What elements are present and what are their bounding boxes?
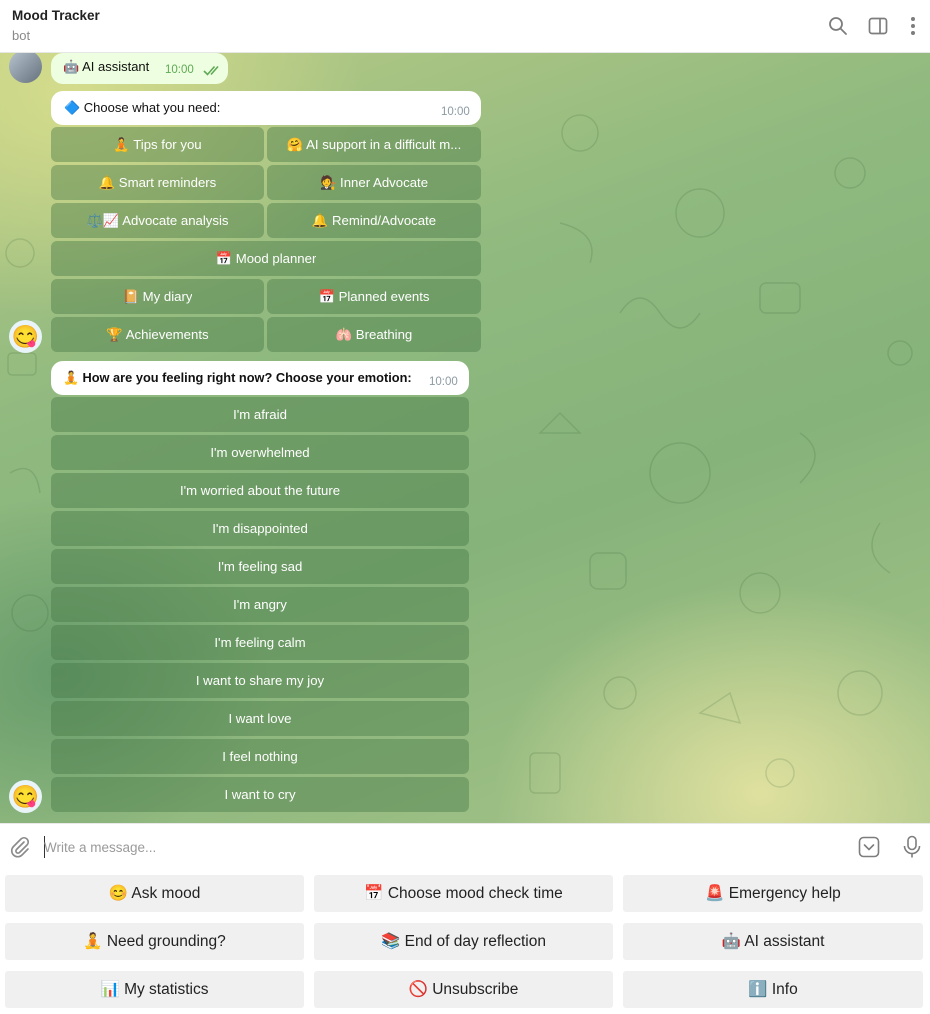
end-of-day-reflection-button[interactable]: 📚 End of day reflection — [314, 923, 613, 960]
info-button[interactable]: ℹ️ Info — [623, 971, 923, 1008]
my-statistics-button[interactable]: 📊 My statistics — [5, 971, 304, 1008]
ai-assistant-message: 🤖 AI assistant 10:00 — [51, 53, 228, 84]
my-diary-button[interactable]: 📔 My diary — [51, 279, 264, 314]
emotion-sad-button[interactable]: I'm feeling sad — [51, 549, 469, 584]
sidebar-toggle-icon[interactable] — [865, 13, 891, 39]
emotion-worried-button[interactable]: I'm worried about the future — [51, 473, 469, 508]
breathing-button[interactable]: 🫁 Breathing — [267, 317, 481, 352]
chat-area[interactable]: 🤖 AI assistant 10:00 🔷 Choose what you n… — [0, 53, 930, 823]
emotion-cry-button[interactable]: I want to cry — [51, 777, 469, 812]
emotion-disappointed-button[interactable]: I'm disappointed — [51, 511, 469, 546]
feeling-question-message: 🧘 How are you feeling right now? Choose … — [51, 361, 469, 395]
bot-avatar[interactable]: 😋 — [9, 320, 42, 353]
message-composer — [0, 823, 930, 869]
choose-need-message: 🔷 Choose what you need: 10:00 — [51, 91, 481, 125]
message-text: 🤖 AI assistant — [63, 59, 150, 74]
emotion-inline-keyboard: I'm afraid I'm overwhelmed I'm worried a… — [51, 397, 469, 813]
reply-keyboard: 😊 Ask mood 📅 Choose mood check time 🚨 Em… — [0, 869, 930, 1014]
need-grounding-button[interactable]: 🧘 Need grounding? — [5, 923, 304, 960]
advocate-analysis-button[interactable]: ⚖️📈 Advocate analysis — [51, 203, 264, 238]
search-icon[interactable] — [825, 13, 851, 39]
smart-reminders-button[interactable]: 🔔 Smart reminders — [51, 165, 264, 200]
more-menu-icon[interactable] — [900, 13, 926, 39]
microphone-icon[interactable] — [899, 834, 925, 860]
unsubscribe-button[interactable]: 🚫 Unsubscribe — [314, 971, 613, 1008]
emergency-help-button[interactable]: 🚨 Emergency help — [623, 875, 923, 912]
inner-advocate-button[interactable]: 🧑‍⚖️ Inner Advocate — [267, 165, 481, 200]
ai-assistant-button[interactable]: 🤖 AI assistant — [623, 923, 923, 960]
emotion-love-button[interactable]: I want love — [51, 701, 469, 736]
message-input[interactable] — [44, 836, 824, 858]
chat-subtitle: bot — [12, 28, 31, 43]
emotion-calm-button[interactable]: I'm feeling calm — [51, 625, 469, 660]
message-time: 10:00 — [165, 64, 194, 76]
emotion-overwhelmed-button[interactable]: I'm overwhelmed — [51, 435, 469, 470]
read-checkmarks-icon — [203, 64, 223, 79]
bot-keyboard-toggle-icon[interactable] — [856, 834, 882, 860]
remind-advocate-button[interactable]: 🔔 Remind/Advocate — [267, 203, 481, 238]
ai-support-button[interactable]: 🤗 AI support in a difficult m... — [267, 127, 481, 162]
emotion-joy-button[interactable]: I want to share my joy — [51, 663, 469, 698]
message-time: 10:00 — [441, 106, 470, 118]
chat-header: Mood Tracker bot — [0, 0, 930, 53]
choose-mood-check-time-button[interactable]: 📅 Choose mood check time — [314, 875, 613, 912]
tips-for-you-button[interactable]: 🧘 Tips for you — [51, 127, 264, 162]
emotion-angry-button[interactable]: I'm angry — [51, 587, 469, 622]
ask-mood-button[interactable]: 😊 Ask mood — [5, 875, 304, 912]
message-text: 🧘 How are you feeling right now? Choose … — [63, 370, 412, 385]
emotion-afraid-button[interactable]: I'm afraid — [51, 397, 469, 432]
emotion-nothing-button[interactable]: I feel nothing — [51, 739, 469, 774]
bot-avatar[interactable]: 😋 — [9, 780, 42, 813]
chat-title[interactable]: Mood Tracker — [12, 8, 100, 23]
mood-planner-button[interactable]: 📅 Mood planner — [51, 241, 481, 276]
attach-paperclip-icon[interactable] — [7, 834, 33, 860]
message-time: 10:00 — [429, 376, 458, 388]
message-text: 🔷 Choose what you need: — [64, 100, 221, 115]
need-inline-keyboard: 🧘 Tips for you 🤗 AI support in a difficu… — [51, 127, 481, 353]
achievements-button[interactable]: 🏆 Achievements — [51, 317, 264, 352]
planned-events-button[interactable]: 📅 Planned events — [267, 279, 481, 314]
